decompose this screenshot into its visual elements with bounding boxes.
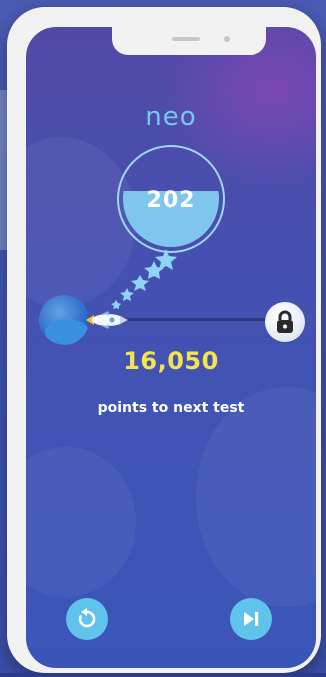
page: neo 202 16,050 points to next test bbox=[0, 0, 326, 677]
phone-frame: neo 202 16,050 points to next test bbox=[7, 7, 321, 673]
game-screen: neo 202 16,050 points to next test bbox=[26, 27, 316, 668]
page-bottom-edge bbox=[0, 673, 326, 677]
points-to-next-test-label: points to next test bbox=[97, 400, 245, 416]
points-to-next-test-value: 16,050 bbox=[123, 347, 219, 375]
planet-surface bbox=[45, 319, 89, 345]
rocket-icon bbox=[86, 311, 128, 329]
lock-icon bbox=[277, 310, 293, 333]
retry-icon bbox=[78, 608, 96, 628]
skip-next-button[interactable] bbox=[230, 598, 272, 640]
retry-button[interactable] bbox=[66, 598, 108, 640]
skip-next-icon bbox=[244, 612, 259, 626]
earth-planet-icon bbox=[39, 295, 89, 345]
